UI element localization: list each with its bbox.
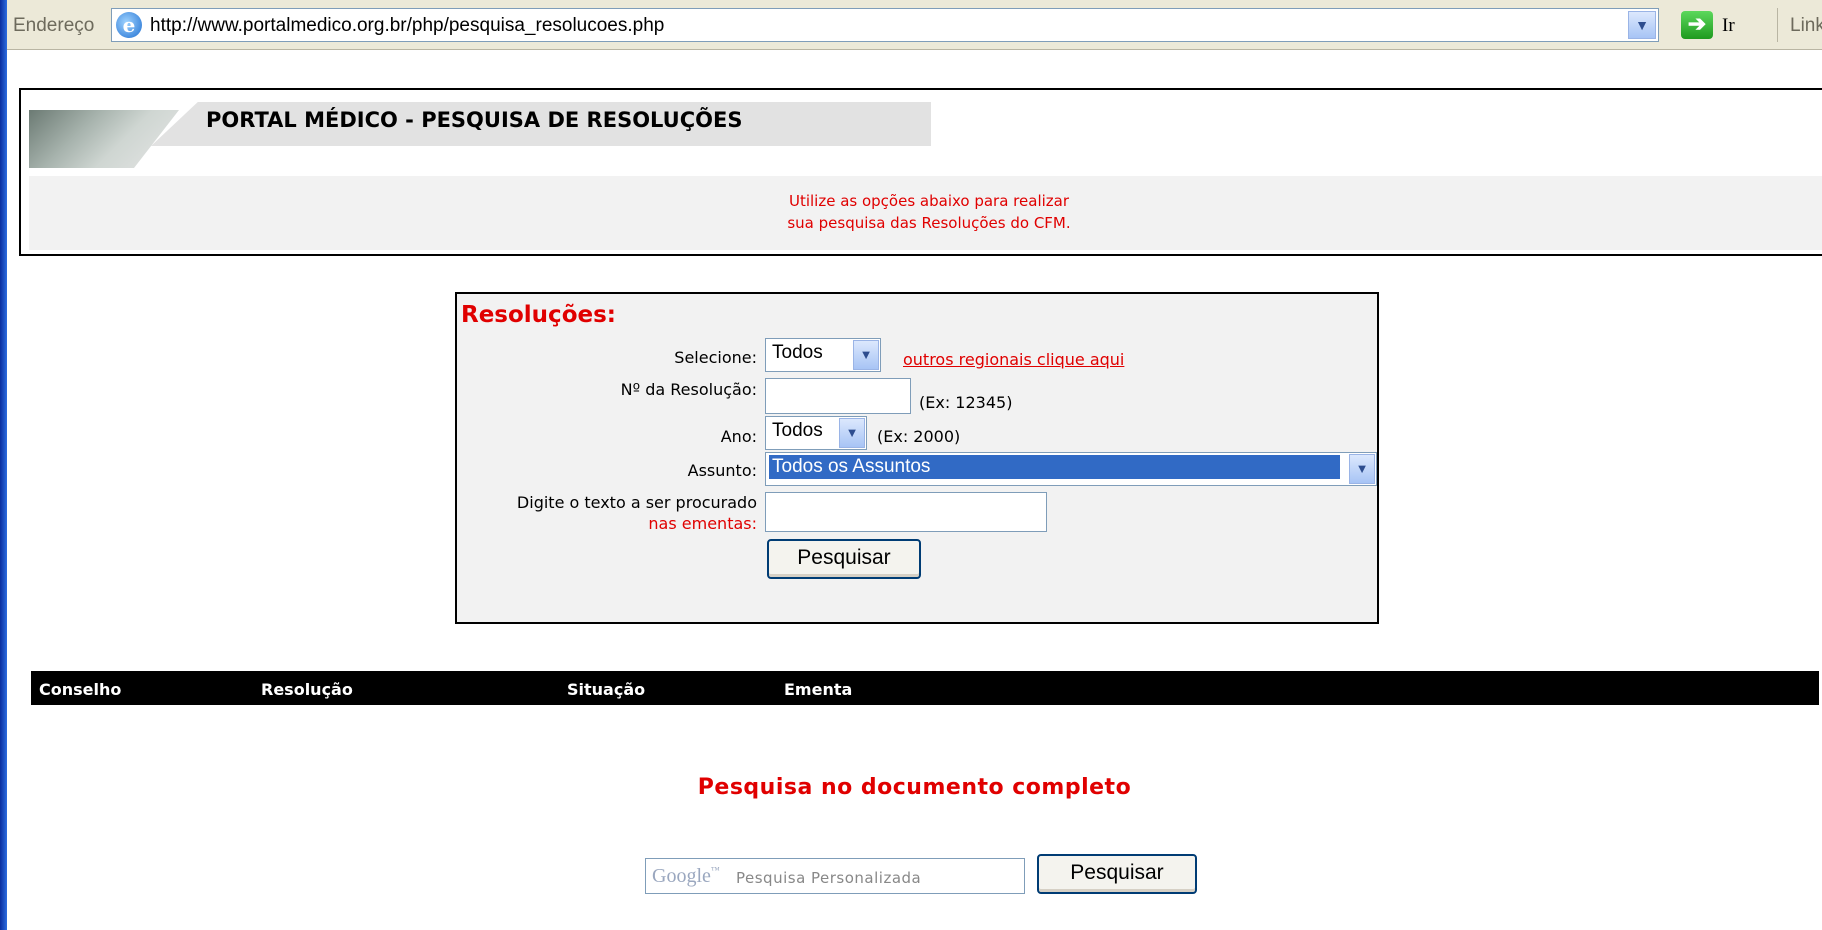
search-form-panel: Resoluções: Selecione: Todos ▼ outros re… (455, 292, 1379, 624)
texto-label-line2: nas ementas: (648, 514, 757, 533)
address-url[interactable]: http://www.portalmedico.org.br/php/pesqu… (150, 15, 664, 37)
col-conselho: Conselho (39, 680, 122, 699)
go-button-label[interactable]: Ir (1722, 15, 1735, 37)
address-label: Endereço (13, 15, 95, 36)
numero-hint: (Ex: 12345) (919, 393, 1013, 412)
ano-label: Ano: (720, 427, 757, 446)
pesquisar-button[interactable]: Pesquisar (767, 539, 921, 579)
info-line-2: sua pesquisa das Resoluções do CFM. (787, 214, 1071, 232)
ano-select-value: Todos (772, 420, 823, 441)
chevron-down-icon[interactable]: ▼ (1349, 454, 1375, 484)
col-resolucao: Resolução (261, 680, 353, 699)
toolbar-separator (1777, 8, 1778, 42)
numero-resolucao-input[interactable] (765, 378, 911, 414)
texto-ementa-input[interactable] (765, 492, 1047, 532)
conselho-select-value: Todos (772, 342, 823, 363)
page-header: PORTAL MÉDICO - PESQUISA DE RESOLUÇÕES U… (19, 88, 1822, 256)
numero-label: Nº da Resolução: (620, 380, 757, 399)
col-situacao: Situação (567, 680, 646, 699)
assunto-label: Assunto: (687, 461, 757, 480)
ano-select[interactable]: Todos ▼ (765, 416, 867, 450)
address-field[interactable]: e http://www.portalmedico.org.br/php/pes… (111, 8, 1659, 42)
links-button[interactable]: Links (1790, 15, 1822, 37)
chevron-down-icon[interactable]: ▼ (1628, 11, 1656, 39)
info-line-1: Utilize as opções abaixo para realizar (788, 192, 1070, 210)
outros-regionais-link[interactable]: outros regionais clique aqui (903, 350, 1124, 369)
texto-label-line1: Digite o texto a ser procurado (516, 493, 757, 512)
page-content: PORTAL MÉDICO - PESQUISA DE RESOLUÇÕES U… (7, 50, 1822, 930)
chevron-down-icon[interactable]: ▼ (853, 340, 879, 370)
google-pesquisar-button[interactable]: Pesquisar (1037, 854, 1197, 894)
google-search-placeholder: Pesquisa Personalizada (736, 869, 922, 887)
ie-page-icon: e (116, 12, 142, 38)
form-title: Resoluções: (461, 302, 616, 328)
desktop-edge (0, 0, 7, 930)
ano-hint: (Ex: 2000) (877, 427, 961, 446)
assunto-select-value: Todos os Assuntos (768, 454, 1341, 480)
page-title: PORTAL MÉDICO - PESQUISA DE RESOLUÇÕES (206, 108, 743, 132)
assunto-select[interactable]: Todos os Assuntos ▼ (765, 452, 1377, 486)
info-strip: Utilize as opções abaixo para realizar s… (29, 176, 1822, 250)
portal-logo-image (29, 110, 179, 168)
google-search-input[interactable]: Google™ Pesquisa Personalizada (645, 858, 1025, 894)
col-ementa: Ementa (784, 680, 853, 699)
results-header: Conselho Resolução Situação Ementa (31, 671, 1819, 705)
full-search-title: Pesquisa no documento completo (697, 775, 1132, 800)
chevron-down-icon[interactable]: ▼ (839, 418, 865, 448)
google-logo: Google™ (652, 865, 720, 887)
address-bar: Endereço e http://www.portalmedico.org.b… (7, 0, 1822, 50)
go-arrow-icon[interactable]: ➔ (1681, 11, 1713, 39)
conselho-select[interactable]: Todos ▼ (765, 338, 881, 372)
selecione-label: Selecione: (674, 348, 757, 367)
